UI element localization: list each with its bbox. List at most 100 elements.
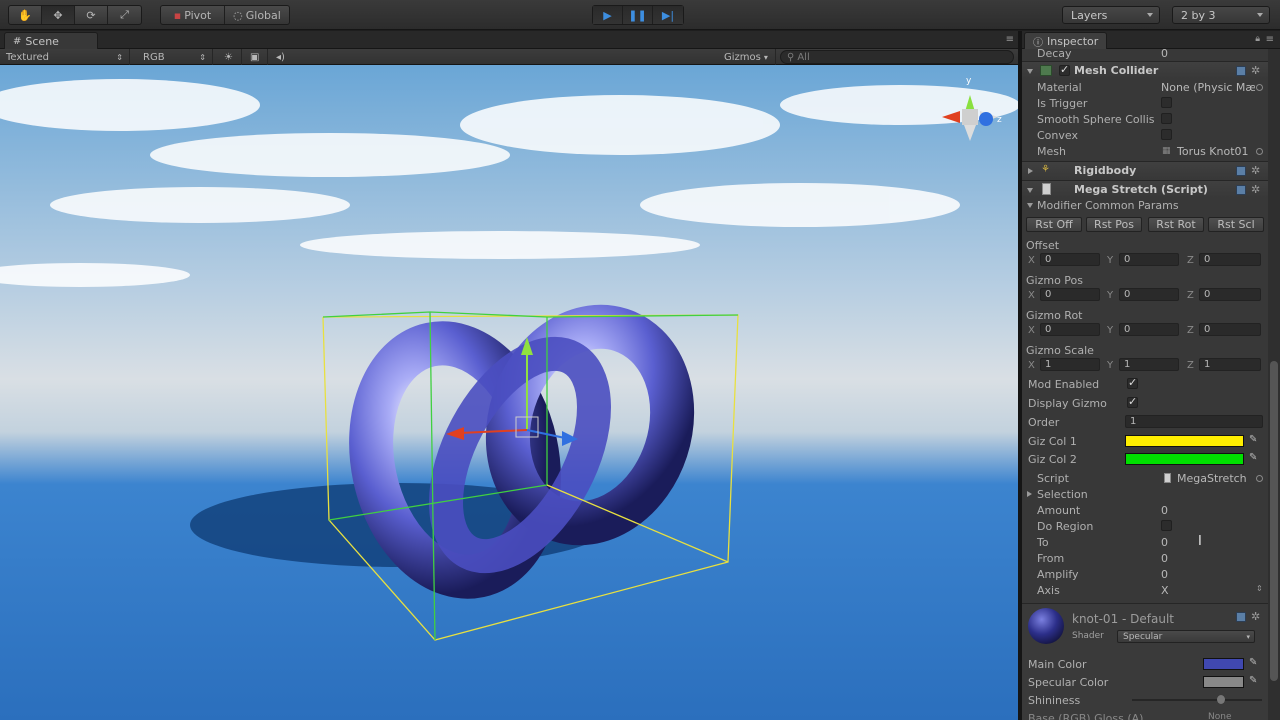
help-book-icon[interactable] [1236,66,1246,76]
convex-checkbox[interactable] [1161,129,1172,140]
gear-icon[interactable]: ✲ [1251,183,1260,196]
step-button[interactable]: ▶| [653,6,683,24]
scale-tool-button[interactable]: ⤢ [108,6,141,24]
layers-dropdown[interactable]: Layers [1062,6,1160,24]
eyedropper-icon[interactable]: ✎ [1249,453,1259,463]
giz-col-2-label: Giz Col 2 [1028,452,1077,466]
rotate-tool-button[interactable]: ⟳ [75,6,108,24]
help-book-icon[interactable] [1236,185,1246,195]
panel-menu-icon[interactable]: ≡ [1266,34,1274,45]
to-field[interactable]: 0 [1161,536,1168,549]
eyedropper-icon[interactable]: ✎ [1249,435,1259,445]
common-params-row[interactable]: Modifier Common Params [1022,197,1268,213]
help-book-icon[interactable] [1236,612,1246,622]
base-texture-field[interactable]: None [1208,712,1231,720]
mega-stretch-header[interactable]: Mega Stretch (Script) ✲ [1022,180,1268,198]
rst-rot-button[interactable]: Rst Rot [1148,217,1204,232]
audio-toggle[interactable]: ◂) [270,49,294,65]
shininess-slider-track[interactable] [1132,699,1262,701]
amount-field[interactable]: 0 [1161,504,1168,517]
decay-value[interactable]: 0 [1161,47,1168,60]
lock-icon[interactable]: 🔒︎ [1255,34,1260,44]
hand-tool-button[interactable]: ✋ [9,6,42,24]
material-field[interactable]: None (Physic Mæ [1161,81,1255,94]
offset-x-field[interactable]: 0 [1040,253,1100,266]
render-mode-dropdown[interactable]: Textured ⇕ [0,49,130,65]
offset-y-field[interactable]: 0 [1119,253,1179,266]
tab-scene[interactable]: # Scene [4,32,98,49]
foldout-open-icon[interactable] [1027,203,1033,208]
script-field[interactable]: MegaStretch [1177,472,1247,485]
is-trigger-checkbox[interactable] [1161,97,1172,108]
gear-icon[interactable]: ✲ [1251,64,1260,77]
gizmo-pos-z-field[interactable]: 0 [1199,288,1261,301]
gizmo-scale-x-field[interactable]: 1 [1040,358,1100,371]
mesh-field[interactable]: Torus Knot01 [1177,145,1249,158]
specular-color-row: Specular Color ✎ [1022,674,1268,690]
amplify-field[interactable]: 0 [1161,568,1168,581]
gizmo-rot-z-field[interactable]: 0 [1199,323,1261,336]
do-region-label: Do Region [1037,519,1094,533]
gear-icon[interactable]: ✲ [1251,164,1260,177]
rigidbody-header[interactable]: ⚘ Rigidbody ✲ [1022,161,1268,179]
eyedropper-icon[interactable]: ✎ [1249,676,1259,686]
pause-button[interactable]: ❚❚ [623,6,653,24]
do-region-checkbox[interactable] [1161,520,1172,531]
foldout-open-icon[interactable] [1027,188,1033,193]
gizmo-rot-x-field[interactable]: 0 [1040,323,1100,336]
mod-enabled-checkbox[interactable] [1127,376,1138,389]
object-picker-icon[interactable] [1256,475,1263,482]
mesh-collider-enabled-checkbox[interactable] [1059,63,1070,76]
mesh-collider-header[interactable]: Mesh Collider ✲ [1022,61,1268,79]
selection-row[interactable]: Selection [1022,486,1268,502]
image-toggle[interactable]: ▣ [244,49,268,65]
axis-dropdown[interactable]: X [1161,584,1169,597]
object-picker-icon[interactable] [1256,148,1263,155]
amount-row: Amount 0 [1022,502,1268,518]
gizmo-scale-z-field[interactable]: 1 [1199,358,1261,371]
scene-search-input[interactable]: ⚲ All [780,50,1014,64]
foldout-closed-icon[interactable] [1027,491,1032,497]
play-icon: ▶ [603,8,612,22]
shininess-slider-thumb[interactable] [1217,695,1225,704]
global-button[interactable]: ◌ Global [225,6,289,24]
giz-col-1-swatch[interactable] [1125,435,1244,447]
script-icon [1042,183,1051,195]
offset-label: Offset [1026,238,1060,252]
rst-scl-button[interactable]: Rst Scl [1208,217,1264,232]
gear-icon[interactable]: ✲ [1251,610,1260,623]
help-book-icon[interactable] [1236,166,1246,176]
giz-col-2-swatch[interactable] [1125,453,1244,465]
gizmo-rot-y-field[interactable]: 0 [1119,323,1179,336]
decay-label: Decay [1037,46,1072,60]
scene-viewport[interactable]: y z [0,65,1018,720]
rst-pos-button[interactable]: Rst Pos [1086,217,1142,232]
layout-dropdown[interactable]: 2 by 3 [1172,6,1270,24]
lighting-toggle[interactable]: ☀ [218,49,242,65]
smooth-sphere-checkbox[interactable] [1161,113,1172,124]
offset-z-field[interactable]: 0 [1199,253,1261,266]
play-button[interactable]: ▶ [593,6,623,24]
move-tool-button[interactable]: ✥ [42,6,75,24]
gizmo-scale-y-field[interactable]: 1 [1119,358,1179,371]
gizmos-dropdown[interactable]: Gizmos ▾ [718,49,776,65]
inspector-scrollbar[interactable] [1268,49,1280,720]
eyedropper-icon[interactable]: ✎ [1249,658,1259,668]
order-field[interactable]: 1 [1125,415,1263,428]
foldout-open-icon[interactable] [1027,69,1033,74]
shader-dropdown[interactable]: Specular ▾ [1117,630,1255,643]
foldout-closed-icon[interactable] [1028,168,1033,174]
pivot-button[interactable]: ▪ Pivot [161,6,225,24]
from-field[interactable]: 0 [1161,552,1168,565]
gizmo-pos-y-field[interactable]: 0 [1119,288,1179,301]
main-color-swatch[interactable] [1203,658,1244,670]
panel-menu-icon[interactable]: ≡ [1006,34,1014,45]
specular-color-swatch[interactable] [1203,676,1244,688]
object-picker-icon[interactable] [1256,84,1263,91]
global-icon: ◌ [233,8,243,22]
display-gizmo-checkbox[interactable] [1127,395,1138,408]
rst-off-button[interactable]: Rst Off [1026,217,1082,232]
gizmo-pos-x-field[interactable]: 0 [1040,288,1100,301]
color-mode-dropdown[interactable]: RGB ⇕ [137,49,213,65]
inspector-scroll-thumb[interactable] [1270,361,1278,681]
